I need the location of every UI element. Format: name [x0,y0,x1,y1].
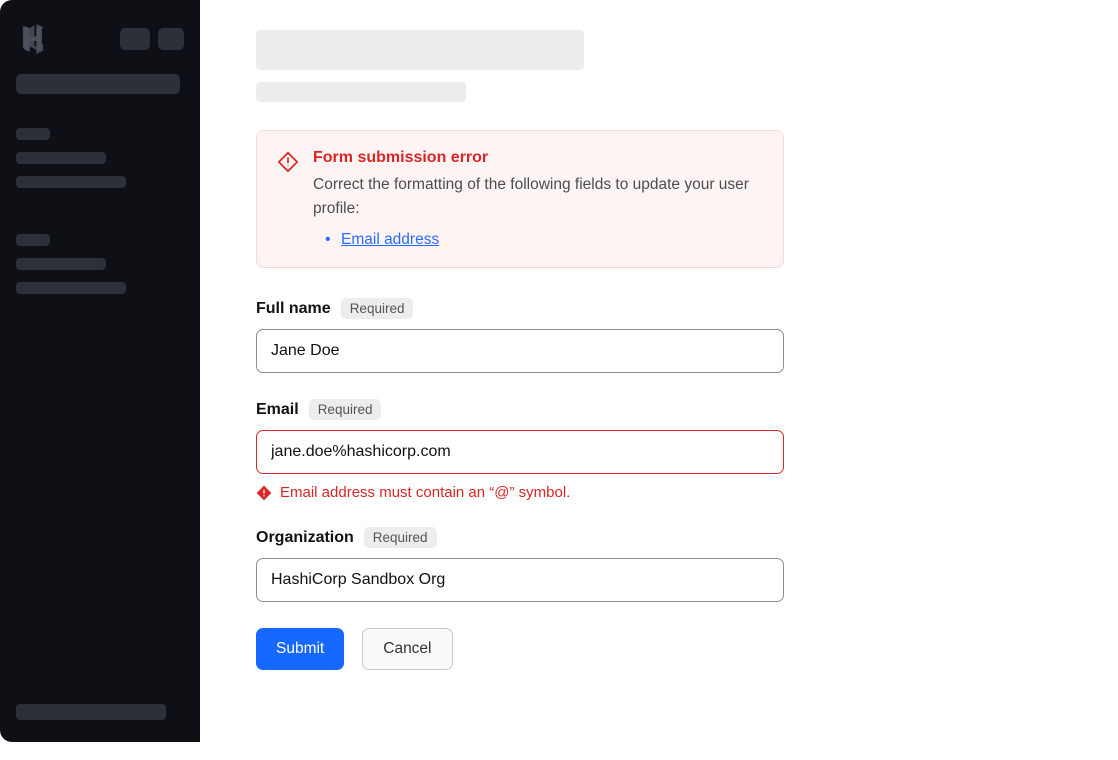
email-error: Email address must contain an “@” symbol… [256,484,784,501]
field-organization: Organization Required [256,527,784,602]
sidebar-skeleton-footer [16,704,166,720]
submit-button[interactable]: Submit [256,628,344,670]
alert-field-item: Email address [325,231,763,249]
organization-input[interactable] [256,558,784,602]
email-error-text: Email address must contain an “@” symbol… [280,484,570,501]
page-title-skeleton [256,30,584,70]
sidebar-skeleton-bar [16,74,180,94]
required-badge: Required [364,527,437,548]
sidebar-nav-group [16,128,184,200]
label-row: Organization Required [256,527,784,548]
sidebar-header-placeholder [120,28,150,50]
alert-field-list: Email address [313,231,763,249]
field-email: Email Required Email address must contai… [256,399,784,501]
field-full-name: Full name Required [256,298,784,373]
email-input[interactable] [256,430,784,474]
profile-form: Full name Required Email Required [256,298,784,670]
app-frame: Form submission error Correct the format… [0,0,1100,742]
sidebar [0,0,200,742]
cancel-button[interactable]: Cancel [362,628,452,670]
sidebar-skeleton-item [16,282,126,294]
form-actions: Submit Cancel [256,628,784,670]
sidebar-top [16,22,184,56]
alert-title: Form submission error [313,149,763,167]
sidebar-skeleton-heading [16,128,50,140]
alert-email-link[interactable]: Email address [341,231,439,248]
sidebar-footer [16,704,184,720]
full-name-input[interactable] [256,329,784,373]
required-badge: Required [341,298,414,319]
sidebar-header-actions [120,28,184,50]
sidebar-nav-group [16,234,184,306]
required-badge: Required [309,399,382,420]
sidebar-skeleton-item [16,258,106,270]
label-row: Email Required [256,399,784,420]
main-content: Form submission error Correct the format… [200,0,1100,742]
sidebar-skeleton-heading [16,234,50,246]
sidebar-skeleton-item [16,152,106,164]
alert-description: Correct the formatting of the following … [313,173,763,221]
alert-diamond-icon [277,151,299,173]
page-subtitle-skeleton [256,82,466,102]
form-error-alert: Form submission error Correct the format… [256,130,784,268]
sidebar-header-placeholder [158,28,184,50]
label-row: Full name Required [256,298,784,319]
full-name-label: Full name [256,300,331,318]
organization-label: Organization [256,529,354,547]
email-label: Email [256,401,299,419]
sidebar-skeleton-item [16,176,126,188]
alert-body: Form submission error Correct the format… [313,149,763,249]
error-diamond-icon [256,485,272,501]
hashicorp-logo-icon [16,22,50,56]
